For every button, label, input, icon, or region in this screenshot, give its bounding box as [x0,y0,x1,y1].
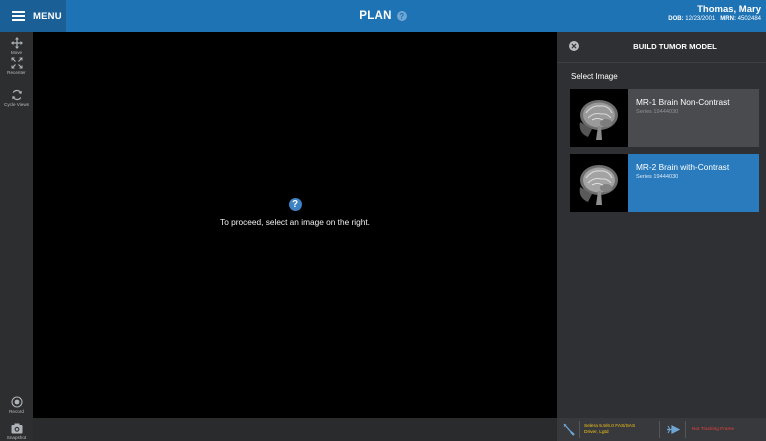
image-card-info: MR-2 Brain with-Contrast Series 19444030 [628,154,759,212]
status-divider [579,421,580,438]
page-title: PLAN [359,10,392,22]
image-name: MR-2 Brain with-Contrast [636,162,730,172]
snapshot-label: Snapshot [6,435,27,440]
patient-info: Thomas, Mary DOB: 12/23/2001 MRN: 450248… [668,4,761,22]
image-card-info: MR-1 Brain Non-Contrast Series 19444030 [628,89,759,147]
snapshot-icon [11,423,22,434]
snapshot-tool[interactable]: Snapshot [0,423,33,440]
footer-bar: Selera 5.5/6.0 FAS/SAS Driver, Lgtd Not … [33,418,766,441]
build-tumor-model-panel: ✕ BUILD TUMOR MODEL Select Image MR-1 Br… [557,32,766,418]
dob-value: 12/23/2001 [685,16,716,22]
left-toolbar: Move Recenter Cycle Views Record Snapsho… [0,32,33,441]
status-divider [659,421,660,438]
patient-meta: DOB: 12/23/2001 MRN: 4502484 [668,16,761,22]
cycle-views-icon [11,89,22,101]
brain-mri-image [579,165,618,205]
select-image-label: Select Image [571,72,618,81]
device-status-bar: Selera 5.5/6.0 FAS/SAS Driver, Lgtd Not … [557,418,766,441]
menu-label: MENU [33,10,62,22]
record-icon [10,396,23,408]
record-tool[interactable]: Record [0,396,33,414]
help-icon[interactable]: ? [396,11,407,21]
image-series: Series 19444030 [636,174,679,180]
menu-button[interactable]: MENU [0,0,66,32]
viewer-message: To proceed, select an image on the right… [220,217,370,227]
move-icon [10,37,23,49]
close-icon[interactable]: ✕ [569,41,579,51]
viewer-prompt: ? To proceed, select an image on the rig… [33,198,557,227]
instrument-icon [563,423,575,436]
cycle-views-tool[interactable]: Cycle Views [0,89,33,107]
mrn-value: 4502484 [737,16,761,22]
dob-label: DOB: [668,16,684,22]
record-label: Record [9,409,24,414]
image-card-mr2[interactable]: MR-2 Brain with-Contrast Series 19444030 [570,154,759,212]
tracker-status: Not Tracking Frame [692,427,735,432]
recenter-label: Recenter [7,70,26,75]
recenter-tool[interactable]: Recenter [0,57,33,75]
mri-thumbnail [570,154,628,212]
mri-thumbnail [570,89,628,147]
image-name: MR-1 Brain Non-Contrast [636,97,730,107]
image-card-mr1[interactable]: MR-1 Brain Non-Contrast Series 19444030 [570,89,759,147]
image-series: Series 19444030 [636,109,679,115]
device-status-line2: Driver, Lgtd [584,430,609,435]
hamburger-icon [12,11,25,21]
recenter-icon [11,57,22,69]
tracking-frame-icon [667,425,680,434]
question-icon: ? [288,198,302,211]
header-bar: MENU PLAN ? Thomas, Mary DOB: 12/23/2001… [0,0,766,32]
move-label: Move [10,50,23,55]
panel-title: BUILD TUMOR MODEL [633,42,717,51]
patient-name: Thomas, Mary [697,4,761,15]
brain-mri-image [579,100,618,140]
cycle-views-label: Cycle Views [4,102,29,107]
mrn-label: MRN: [720,16,736,22]
panel-divider [557,62,766,63]
move-tool[interactable]: Move [0,37,33,55]
image-viewer[interactable]: ? To proceed, select an image on the rig… [33,32,557,418]
status-divider [685,421,686,438]
device-status: Selera 5.5/6.0 FAS/SAS Driver, Lgtd [584,424,635,436]
